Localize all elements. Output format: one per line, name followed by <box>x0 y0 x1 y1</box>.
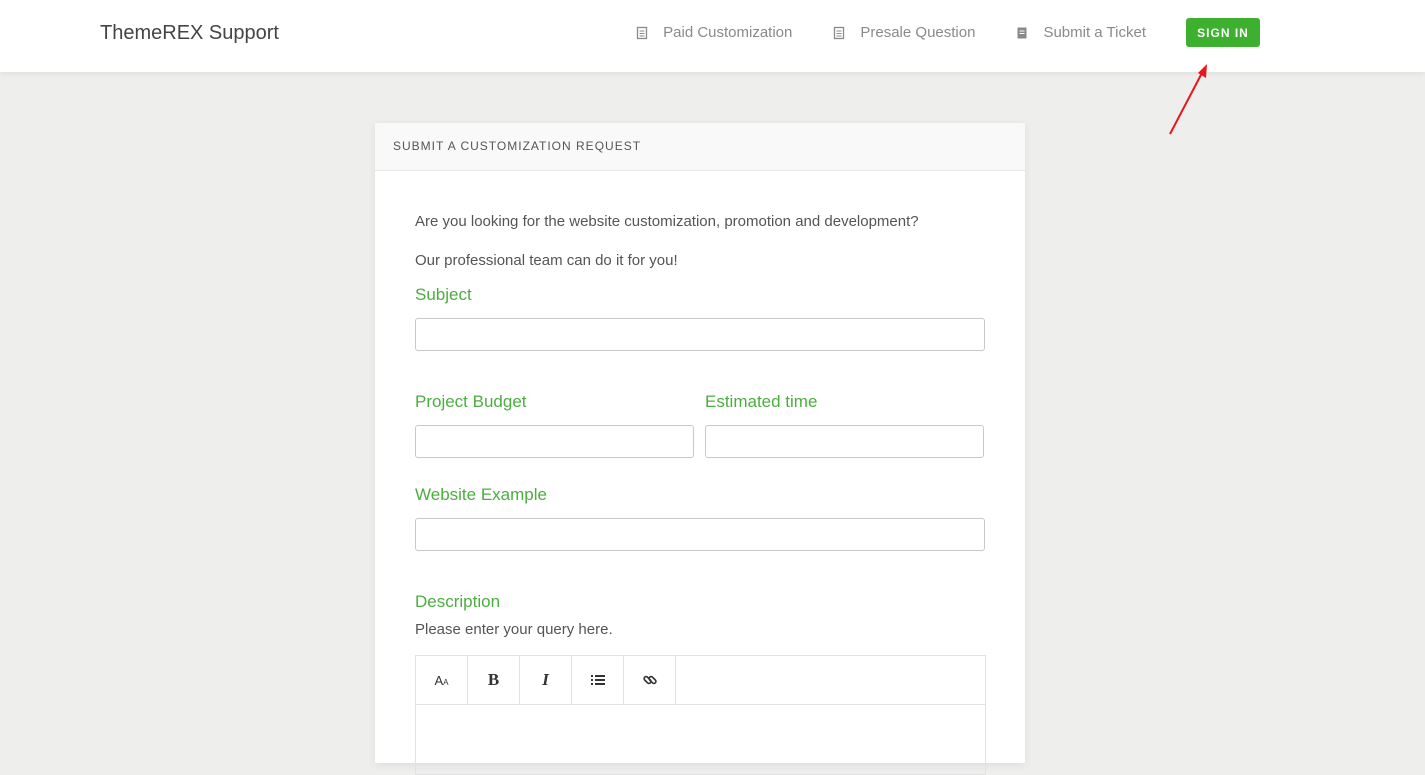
project-budget-label: Project Budget <box>415 392 527 411</box>
list-icon <box>590 675 605 685</box>
italic-icon: I <box>542 670 549 689</box>
document-icon <box>636 26 648 39</box>
nav-presale-question[interactable]: Presale Question <box>832 24 975 41</box>
project-budget-input[interactable] <box>415 425 694 458</box>
subject-input[interactable] <box>415 318 985 351</box>
website-example-input[interactable] <box>415 518 985 551</box>
nav-paid-customization-label: Paid Customization <box>663 24 793 41</box>
intro-text-1: Are you looking for the website customiz… <box>415 213 919 230</box>
font-size-button[interactable]: AA <box>416 656 468 704</box>
link-button[interactable] <box>624 656 676 704</box>
nav-submit-ticket-label: Submit a Ticket <box>1043 24 1146 41</box>
estimated-time-label: Estimated time <box>705 392 818 411</box>
nav-submit-ticket[interactable]: Submit a Ticket <box>1015 24 1146 41</box>
document-filled-icon <box>1017 27 1027 38</box>
editor-toolbar: AA B I <box>416 656 985 705</box>
list-button[interactable] <box>572 656 624 704</box>
description-label: Description <box>415 592 501 611</box>
bold-button[interactable]: B <box>468 656 520 704</box>
brand-title[interactable]: ThemeREX Support <box>100 20 279 46</box>
customization-request-card: SUBMIT A CUSTOMIZATION REQUEST Are you l… <box>375 123 1025 775</box>
sign-in-button[interactable]: SIGN IN <box>1186 18 1260 47</box>
subject-label: Subject <box>415 285 472 304</box>
nav-paid-customization[interactable]: Paid Customization <box>635 24 792 41</box>
document-icon <box>834 26 845 39</box>
link-icon <box>642 675 657 685</box>
description-helper-text: Please enter your query here. <box>415 621 613 638</box>
nav-presale-question-label: Presale Question <box>860 24 976 41</box>
intro-text-2: Our professional team can do it for you! <box>415 252 678 269</box>
annotation-arrow-icon <box>1169 64 1207 135</box>
website-example-label: Website Example <box>415 485 547 504</box>
main-nav: Paid Customization Presale Question Subm… <box>635 18 1260 47</box>
card-title: SUBMIT A CUSTOMIZATION REQUEST <box>375 123 1025 171</box>
italic-button[interactable]: I <box>520 656 572 704</box>
description-editor[interactable]: AA B I <box>415 655 986 775</box>
font-size-icon: AA <box>434 672 449 688</box>
bold-icon: B <box>487 670 500 689</box>
estimated-time-input[interactable] <box>705 425 984 458</box>
